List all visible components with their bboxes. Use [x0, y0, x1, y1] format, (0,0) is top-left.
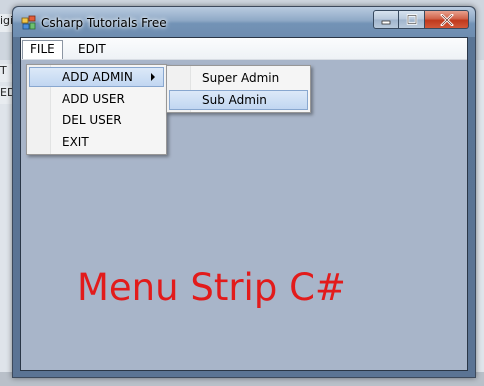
- menu-item-sub-admin[interactable]: Sub Admin: [169, 90, 308, 110]
- menu-item-label: ADD ADMIN: [62, 70, 133, 84]
- menu-file[interactable]: FILE: [22, 40, 63, 59]
- menu-item-add-admin[interactable]: ADD ADMIN: [29, 67, 164, 87]
- caption-buttons: [373, 10, 469, 30]
- canvas-caption: Menu Strip C#: [77, 266, 346, 309]
- close-icon: [439, 13, 454, 26]
- menu-item-super-admin[interactable]: Super Admin: [169, 68, 308, 88]
- minimize-button[interactable]: [373, 10, 399, 29]
- window-title: Csharp Tutorials Free: [41, 16, 167, 30]
- menu-item-del-user[interactable]: DEL USER: [29, 110, 164, 130]
- menu-strip: FILE EDIT: [21, 38, 467, 60]
- menu-edit[interactable]: EDIT: [70, 40, 114, 59]
- close-button[interactable]: [425, 10, 469, 29]
- menu-item-add-user[interactable]: ADD USER: [29, 89, 164, 109]
- background-text-fragment: igi: [0, 14, 12, 32]
- maximize-button[interactable]: [399, 10, 425, 29]
- submenu-arrow-icon: [151, 73, 155, 81]
- menu-item-exit[interactable]: EXIT: [29, 132, 164, 152]
- title-bar[interactable]: Csharp Tutorials Free: [13, 7, 475, 37]
- background-text-fragment: EDI: [0, 86, 12, 104]
- file-dropdown: ADD ADMIN ADD USER DEL USER EXIT: [26, 64, 167, 155]
- background-text-fragment: T: [0, 64, 12, 82]
- maximize-icon: [406, 14, 417, 25]
- app-window-icon: [21, 15, 36, 30]
- admin-submenu: Super Admin Sub Admin: [166, 65, 311, 113]
- app-window: Csharp Tutorials Free FILE EDIT Menu Str…: [12, 6, 476, 378]
- minimize-icon: [381, 20, 391, 24]
